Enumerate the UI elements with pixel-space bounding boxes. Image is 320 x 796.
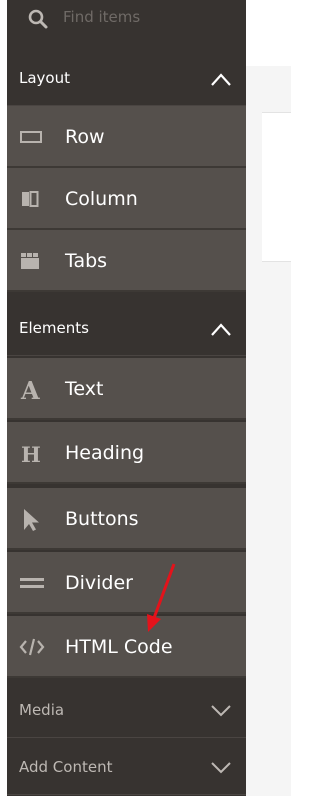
stage-top-bar — [246, 0, 291, 66]
group-label: Media — [19, 701, 65, 719]
item-label: Divider — [65, 572, 133, 594]
chevron-up-icon — [211, 323, 231, 336]
group-header-media[interactable]: Media — [7, 682, 246, 738]
annotation-arrow-icon — [147, 563, 176, 632]
search-bar[interactable]: Find items — [7, 0, 246, 51]
item-text[interactable]: A Text — [7, 358, 246, 420]
group-header-elements[interactable]: Elements — [7, 300, 246, 356]
group-header-add-content[interactable]: Add Content — [7, 739, 246, 795]
chevron-down-icon — [211, 762, 231, 774]
divider-icon — [20, 578, 44, 588]
group-header-layout[interactable]: Layout — [7, 50, 246, 106]
item-buttons[interactable]: Buttons — [7, 488, 246, 550]
html-code-icon — [19, 638, 45, 656]
group-label: Elements — [19, 319, 89, 337]
svg-text:A: A — [20, 376, 40, 402]
heading-icon: H — [21, 442, 41, 466]
item-label: Heading — [65, 442, 145, 464]
item-html-code[interactable]: HTML Code — [7, 616, 246, 678]
svg-text:H: H — [21, 442, 41, 466]
item-label: Text — [65, 378, 104, 400]
item-label: Buttons — [65, 508, 139, 530]
stage-row-placeholder[interactable] — [262, 112, 291, 262]
item-heading[interactable]: H Heading — [7, 422, 246, 484]
chevron-up-icon — [211, 73, 231, 86]
row-icon — [20, 131, 42, 143]
item-label: Tabs — [65, 250, 108, 272]
item-tabs[interactable]: Tabs — [7, 230, 246, 292]
item-divider[interactable]: Divider — [7, 552, 246, 614]
chevron-down-icon — [211, 705, 231, 717]
group-label: Add Content — [19, 758, 113, 776]
stage-area — [246, 0, 291, 796]
page-builder-screen: Find items Layout Row Column Tabs Elemen… — [0, 0, 291, 796]
content-panel: Find items Layout Row Column Tabs Elemen… — [7, 0, 246, 796]
tabs-icon — [21, 253, 39, 269]
text-icon: A — [20, 376, 40, 402]
group-label: Layout — [19, 69, 70, 87]
item-column[interactable]: Column — [7, 168, 246, 230]
column-icon — [22, 191, 39, 207]
item-label: Row — [65, 126, 105, 148]
item-row[interactable]: Row — [7, 106, 246, 168]
search-input[interactable]: Find items — [63, 8, 140, 26]
buttons-icon — [24, 509, 39, 531]
search-icon — [28, 9, 48, 29]
item-label: Column — [65, 188, 138, 210]
